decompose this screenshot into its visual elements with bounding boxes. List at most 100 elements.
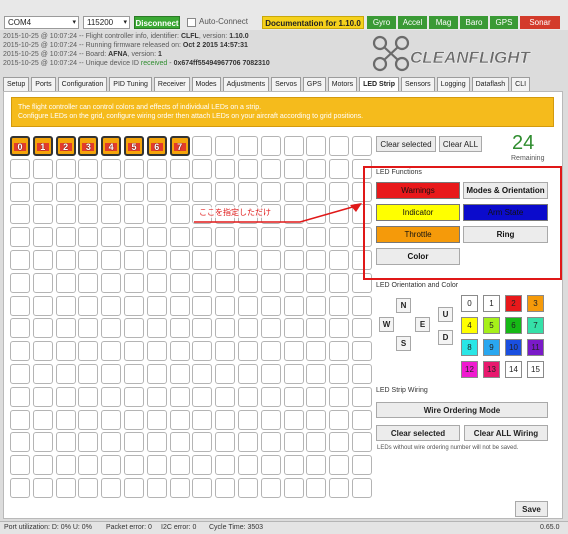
led-cell[interactable] xyxy=(351,455,372,476)
led-cell[interactable] xyxy=(237,432,258,453)
led-cell[interactable] xyxy=(192,477,213,498)
led-cell[interactable] xyxy=(306,295,327,316)
led-cell[interactable] xyxy=(260,455,281,476)
led-cell[interactable] xyxy=(192,136,213,156)
led-cell[interactable] xyxy=(10,181,30,202)
led-cell[interactable] xyxy=(10,318,30,339)
led-cell[interactable] xyxy=(192,432,213,453)
led-cell[interactable] xyxy=(101,409,122,430)
led-cell[interactable] xyxy=(55,158,76,179)
led-cell[interactable] xyxy=(78,363,99,384)
led-cell[interactable] xyxy=(32,363,53,384)
color-swatch-2[interactable]: 2 xyxy=(505,295,522,312)
tab-setup[interactable]: Setup xyxy=(3,77,30,91)
led-cell[interactable] xyxy=(32,432,53,453)
color-swatch-13[interactable]: 13 xyxy=(483,361,500,378)
tab-receiver[interactable]: Receiver xyxy=(153,77,190,91)
led-cell[interactable] xyxy=(101,204,122,225)
led-cell[interactable] xyxy=(306,136,327,156)
led-cell[interactable] xyxy=(55,386,76,407)
led-cell[interactable]: 0 xyxy=(10,136,30,156)
save-button[interactable]: Save xyxy=(515,501,548,517)
led-cell[interactable] xyxy=(78,227,99,248)
led-cell[interactable] xyxy=(192,227,213,248)
led-cell[interactable] xyxy=(237,136,258,156)
led-cell[interactable] xyxy=(329,272,350,293)
led-cell[interactable] xyxy=(351,409,372,430)
led-cell[interactable] xyxy=(283,455,304,476)
led-cell[interactable] xyxy=(32,341,53,362)
led-cell[interactable] xyxy=(329,363,350,384)
led-cell[interactable] xyxy=(306,249,327,270)
led-cell[interactable] xyxy=(215,249,236,270)
led-cell[interactable] xyxy=(215,295,236,316)
led-cell[interactable] xyxy=(101,386,122,407)
color-swatch-1[interactable]: 1 xyxy=(483,295,500,312)
led-cell[interactable] xyxy=(101,295,122,316)
led-cell[interactable] xyxy=(123,409,144,430)
port-select[interactable]: COM4 ▾ xyxy=(4,16,79,29)
baud-select[interactable]: 115200 ▾ xyxy=(83,16,130,29)
led-cell[interactable] xyxy=(32,477,53,498)
led-cell[interactable] xyxy=(146,295,167,316)
led-cell[interactable] xyxy=(32,272,53,293)
led-cell[interactable] xyxy=(329,249,350,270)
led-cell[interactable] xyxy=(260,249,281,270)
led-cell[interactable] xyxy=(101,272,122,293)
led-cell[interactable] xyxy=(32,318,53,339)
led-cell[interactable] xyxy=(32,181,53,202)
led-cell[interactable] xyxy=(123,158,144,179)
led-cell[interactable] xyxy=(10,432,30,453)
led-cell[interactable] xyxy=(329,295,350,316)
led-cell[interactable] xyxy=(283,409,304,430)
tab-sensors[interactable]: Sensors xyxy=(400,77,435,91)
color-swatch-10[interactable]: 10 xyxy=(505,339,522,356)
led-cell[interactable] xyxy=(169,227,190,248)
led-cell[interactable] xyxy=(306,158,327,179)
led-cell[interactable] xyxy=(260,181,281,202)
led-cell[interactable] xyxy=(101,227,122,248)
led-cell[interactable] xyxy=(146,318,167,339)
led-cell[interactable] xyxy=(192,409,213,430)
led-cell[interactable] xyxy=(10,386,30,407)
tab-ports[interactable]: Ports xyxy=(31,77,56,91)
led-cell[interactable] xyxy=(260,409,281,430)
led-cell[interactable] xyxy=(55,181,76,202)
led-cell[interactable] xyxy=(169,295,190,316)
led-cell[interactable] xyxy=(237,272,258,293)
color-swatch-9[interactable]: 9 xyxy=(483,339,500,356)
led-cell[interactable] xyxy=(169,181,190,202)
led-cell[interactable] xyxy=(237,227,258,248)
led-cell[interactable] xyxy=(192,272,213,293)
tab-dataflash[interactable]: Dataflash xyxy=(471,77,510,91)
led-cell[interactable] xyxy=(32,249,53,270)
led-cell[interactable] xyxy=(329,409,350,430)
led-cell[interactable] xyxy=(10,249,30,270)
led-cell[interactable] xyxy=(55,204,76,225)
led-cell[interactable] xyxy=(78,181,99,202)
wire-ordering-button[interactable]: Wire Ordering Mode xyxy=(376,402,548,418)
led-cell[interactable] xyxy=(215,477,236,498)
tab-adjustments[interactable]: Adjustments xyxy=(222,77,270,91)
led-cell[interactable] xyxy=(215,272,236,293)
led-cell[interactable] xyxy=(123,363,144,384)
led-cell[interactable] xyxy=(260,227,281,248)
led-cell[interactable] xyxy=(215,409,236,430)
led-cell[interactable] xyxy=(146,249,167,270)
led-cell[interactable] xyxy=(306,341,327,362)
led-cell[interactable] xyxy=(306,432,327,453)
led-cell[interactable] xyxy=(260,477,281,498)
led-cell[interactable] xyxy=(306,272,327,293)
led-cell[interactable] xyxy=(101,363,122,384)
led-cell[interactable] xyxy=(55,409,76,430)
led-cell[interactable] xyxy=(192,249,213,270)
led-cell[interactable] xyxy=(351,295,372,316)
led-cell[interactable] xyxy=(283,136,304,156)
led-cell[interactable] xyxy=(169,363,190,384)
led-cell[interactable] xyxy=(192,295,213,316)
led-cell[interactable] xyxy=(237,318,258,339)
led-cell[interactable] xyxy=(283,181,304,202)
led-cell[interactable] xyxy=(169,158,190,179)
led-cell[interactable] xyxy=(123,455,144,476)
led-cell[interactable] xyxy=(78,341,99,362)
